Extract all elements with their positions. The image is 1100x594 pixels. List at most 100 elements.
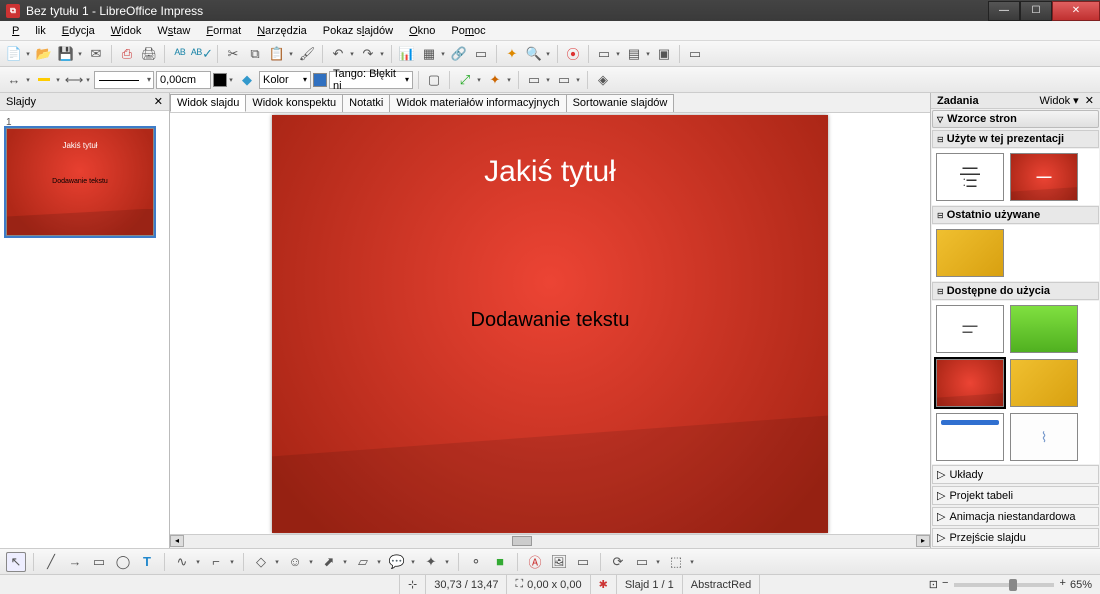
tab-normal[interactable]: Widok slajdu [170,94,246,112]
section-master-pages[interactable]: ▽ Wzorce stron [932,110,1099,128]
arrow-dropdown[interactable]: ▾ [24,76,32,84]
zoom-percent[interactable]: 65% [1062,575,1100,594]
email-icon[interactable]: ✉ [86,44,106,64]
hyperlink-icon[interactable]: 🔗 [449,44,469,64]
text-tool-icon[interactable]: T [137,552,157,572]
window-close-button[interactable]: ✕ [1052,1,1100,21]
design-dropdown[interactable]: ▾ [614,50,622,58]
window-minimize-button[interactable]: — [988,1,1020,21]
find-icon[interactable]: ✦ [502,44,522,64]
rectangle-tool-icon[interactable]: ▭ [89,552,109,572]
template-blueline[interactable] [936,413,1004,461]
scroll-left-icon[interactable]: ◂ [170,535,184,547]
slide-title-text[interactable]: Jakiś tytuł [272,115,828,189]
paste-icon[interactable]: 📋 [267,44,287,64]
subsection-used[interactable]: ⊟Użyte w tej prezentacji [932,130,1099,148]
save-dropdown[interactable]: ▾ [76,50,84,58]
subsection-available[interactable]: ⊟Dostępne do użycia [932,282,1099,300]
symbol-shapes-icon[interactable]: ☺ [285,552,305,572]
slide-canvas[interactable]: Jakiś tytuł Dodawanie tekstu [170,113,930,534]
menu-edit[interactable]: Edycja [54,23,103,39]
menu-slideshow[interactable]: Pokaz slajdów [315,23,401,39]
fill-color-combo[interactable]: Tango: Błękit ni▾ [329,71,413,89]
zoom-slider-handle[interactable] [1009,579,1017,591]
tab-notes[interactable]: Notatki [342,94,390,112]
curve-tool-icon[interactable]: ∿ [172,552,192,572]
slide-layout-icon[interactable]: ▤ [624,44,644,64]
slide-master-icon[interactable]: ▣ [654,44,674,64]
tab-sorter[interactable]: Sortowanie slajdów [566,94,675,112]
menu-window[interactable]: Okno [401,23,443,39]
new-dropdown[interactable]: ▾ [24,50,32,58]
line-color-icon[interactable] [34,70,54,90]
redo-icon[interactable]: ↷ [358,44,378,64]
connector-tool-icon[interactable]: ⌐ [206,552,226,572]
template-yellow[interactable] [936,229,1004,277]
slides-panel-close-icon[interactable]: ✕ [154,95,163,108]
menu-format[interactable]: Format [198,23,249,39]
scroll-right-icon[interactable]: ▸ [916,535,930,547]
template-plain1[interactable]: ▬▬▬▬▬ [936,305,1004,353]
menu-file[interactable]: Plik [4,23,54,39]
callouts-icon[interactable]: 💬 [387,552,407,572]
gallery-media-icon[interactable]: ▭ [573,552,593,572]
undo-dropdown[interactable]: ▾ [348,50,356,58]
basic-shapes-icon[interactable]: ◇ [251,552,271,572]
current-slide[interactable]: Jakiś tytuł Dodawanie tekstu [272,115,828,533]
spellcheck-icon[interactable]: ᴬᴮ [170,44,190,64]
zoom-slider[interactable] [954,583,1054,587]
scroll-thumb[interactable] [512,536,532,546]
fill-type-combo[interactable]: Kolor▾ [259,71,311,89]
slide-design-icon[interactable]: ▭ [594,44,614,64]
cut-icon[interactable]: ✂ [223,44,243,64]
line-width-spinner[interactable]: 0,00cm [156,71,211,89]
stars-icon[interactable]: ✦ [421,552,441,572]
slideshow-icon[interactable]: ▭ [471,44,491,64]
section-table-design[interactable]: ▷Projekt tabeli [932,486,1099,505]
format-paintbrush-icon[interactable]: 🖌 [297,44,317,64]
menu-insert[interactable]: Wstaw [149,23,198,39]
undo-icon[interactable]: ↶ [328,44,348,64]
align-objects-icon[interactable]: ▭ [632,552,652,572]
copy-icon[interactable]: ⧉ [245,44,265,64]
points-edit-icon[interactable]: ⚬ [466,552,486,572]
tab-outline[interactable]: Widok konspektu [245,94,343,112]
help-icon[interactable]: ⦿ [563,44,583,64]
table-dropdown[interactable]: ▾ [439,50,447,58]
print-icon[interactable]: 🖨 [139,44,159,64]
template-default[interactable]: ▬▬▬▬▬▬▬• ▬▬• ▬▬ [936,153,1004,201]
new-doc-icon[interactable]: 📄 [4,44,24,64]
ellipse-tool-icon[interactable]: ◯ [113,552,133,572]
template-yellow2[interactable] [1010,359,1078,407]
flowchart-icon[interactable]: ▱ [353,552,373,572]
template-red-selected[interactable] [936,359,1004,407]
line-color-box[interactable] [213,73,227,87]
slide-body-text[interactable]: Dodawanie tekstu [272,189,828,332]
fill-icon[interactable]: ◆ [237,70,257,90]
align-icon[interactable]: ▭ [524,70,544,90]
section-layouts[interactable]: ▷Układy [932,465,1099,484]
pdf-export-icon[interactable]: ⎙ [117,44,137,64]
line-endings-icon[interactable]: ⟷ [64,70,84,90]
menu-view[interactable]: Widok [103,23,150,39]
line-style-combo[interactable]: ▾ [94,71,154,89]
subsection-recent[interactable]: ⊟Ostatnio używane [932,206,1099,224]
line-tool-icon[interactable]: ╱ [41,552,61,572]
horizontal-scrollbar[interactable]: ◂ ▸ [170,534,930,548]
template-green[interactable] [1010,305,1078,353]
paste-dropdown[interactable]: ▾ [287,50,295,58]
select-tool-icon[interactable]: ↖ [6,552,26,572]
glue-points-icon[interactable]: ■ [490,552,510,572]
window-maximize-button[interactable]: ☐ [1020,1,1052,21]
section-custom-animation[interactable]: ▷Animacja niestandardowa [932,507,1099,526]
section-slide-transition[interactable]: ▷Przejście slajdu [932,528,1099,547]
slide-thumbnail-1[interactable]: 1 Jakiś tytuł Dodawanie tekstu [0,111,169,242]
tab-handout[interactable]: Widok materiałów informacyjnych [389,94,566,112]
template-spiral[interactable]: ⌇ [1010,413,1078,461]
menu-help[interactable]: Pomoc [443,23,493,39]
fontwork-icon[interactable]: Ⓐ [525,552,545,572]
table-icon[interactable]: ▦ [419,44,439,64]
block-arrows-icon[interactable]: ⬈ [319,552,339,572]
crop-icon[interactable]: ⤢ [455,70,475,90]
arrow-tool-icon[interactable]: → [65,552,85,572]
